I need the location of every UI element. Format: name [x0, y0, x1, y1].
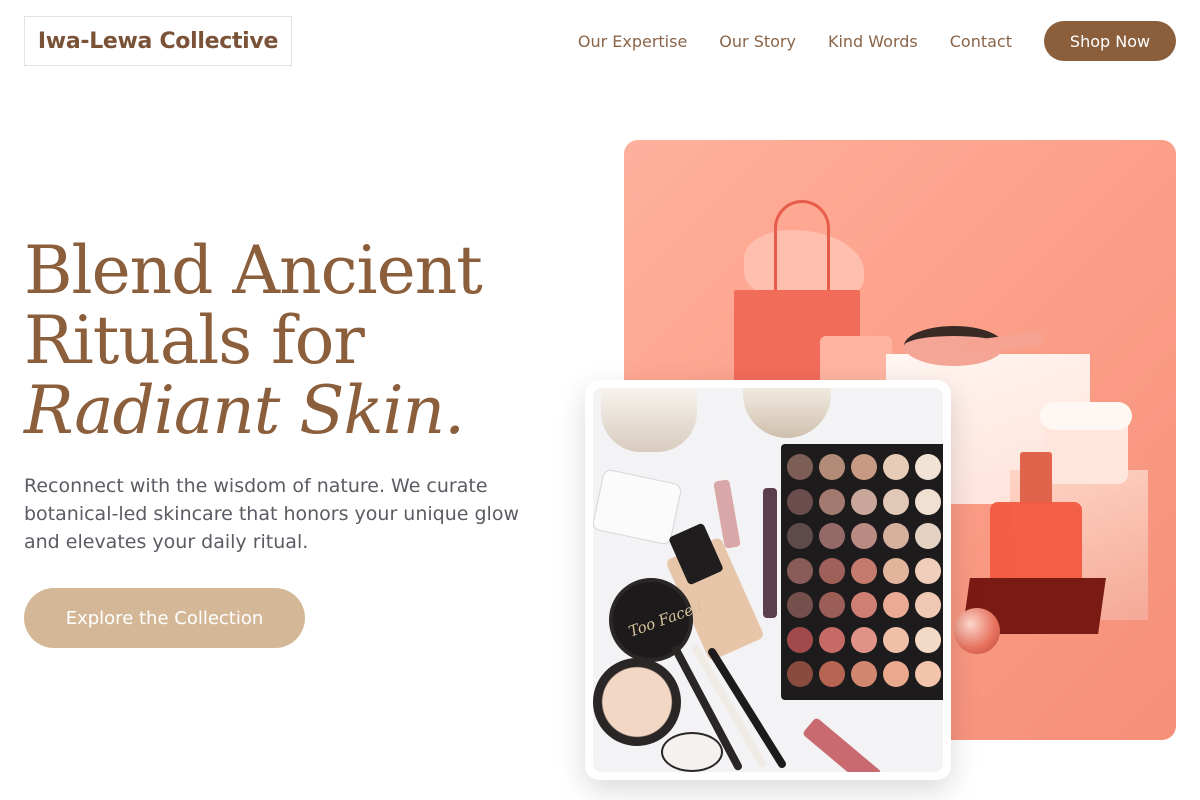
- eyeshadow-pan: [819, 592, 845, 619]
- hero-subtitle: Reconnect with the wisdom of nature. We …: [24, 475, 519, 553]
- nav-link-contact[interactable]: Contact: [950, 32, 1012, 51]
- eyeshadow-pan: [787, 661, 813, 688]
- eyeshadow-pan: [851, 488, 877, 515]
- eyeshadow-pan: [787, 454, 813, 480]
- candle-shape: [601, 388, 697, 452]
- eyeshadow-pan: [819, 488, 845, 515]
- perfume-bottle-small-shape: [593, 468, 683, 546]
- eyeshadow-pan: [819, 557, 845, 584]
- shopping-bag-handle-shape: [774, 200, 830, 300]
- nav-link-kind-words[interactable]: Kind Words: [828, 32, 918, 51]
- eyeshadow-pan: [883, 488, 909, 515]
- eyeshadow-pan: [819, 626, 845, 653]
- eyeshadow-pan: [787, 626, 813, 653]
- eyeshadow-pan: [915, 523, 941, 550]
- explore-collection-button[interactable]: Explore the Collection: [24, 588, 305, 648]
- cream-jar-lid-shape: [1040, 402, 1132, 430]
- hero-title-line-2: Rituals for: [24, 302, 365, 379]
- eyeshadow-pan: [883, 626, 909, 653]
- eyeshadow-pan: [915, 557, 941, 584]
- eyeshadow-pan: [819, 661, 845, 688]
- makeup-flatlay-image: Too Faced: [593, 388, 943, 772]
- eyeshadow-pan: [883, 454, 909, 480]
- nav-link-our-expertise[interactable]: Our Expertise: [578, 32, 687, 51]
- eyeshadow-pan: [819, 523, 845, 550]
- logo-text: Iwa-Lewa Collective: [37, 28, 279, 54]
- shop-now-button[interactable]: Shop Now: [1044, 21, 1176, 61]
- eyeshadow-pan: [883, 557, 909, 584]
- rose-gold-ball-shape: [954, 608, 1000, 654]
- eyeshadow-pan: [915, 454, 941, 480]
- eyeshadow-pan: [915, 626, 941, 653]
- eyeshadow-palette: [781, 444, 943, 700]
- eyeshadow-pan: [787, 592, 813, 619]
- eyeshadow-pan: [915, 661, 941, 688]
- lip-gloss-shape: [801, 716, 883, 772]
- highlighter-shape: [593, 658, 681, 746]
- main-nav: Our Expertise Our Story Kind Words Conta…: [578, 21, 1176, 61]
- lip-balm-tin-shape: [661, 732, 723, 772]
- eyeshadow-pan: [851, 454, 877, 480]
- product-card: Too Faced: [585, 380, 951, 780]
- perfume-cap-shape: [1020, 452, 1052, 504]
- hero-title-line-3: Radiant Skin.: [24, 372, 465, 449]
- eyeshadow-pan: [883, 661, 909, 688]
- eyeshadow-pan: [787, 488, 813, 515]
- eyeshadow-pan: [851, 626, 877, 653]
- eyeshadow-pan: [851, 557, 877, 584]
- eyeshadow-pan: [883, 592, 909, 619]
- nav-link-our-story[interactable]: Our Story: [719, 32, 796, 51]
- eyeshadow-pan: [915, 592, 941, 619]
- eyeshadow-pan: [851, 523, 877, 550]
- hero-title-line-1: Blend Ancient: [24, 232, 483, 309]
- candle-shape-2: [743, 388, 831, 438]
- eyeshadow-pan: [787, 557, 813, 584]
- eyeshadow-pan: [915, 488, 941, 515]
- eyeshadow-pan: [851, 661, 877, 688]
- eyeshadow-pan: [883, 523, 909, 550]
- mascara-shape: [763, 488, 777, 618]
- eyeshadow-pan: [851, 592, 877, 619]
- eyeshadow-pan: [787, 523, 813, 550]
- hero-title: Blend Ancient Rituals for Radiant Skin.: [24, 236, 584, 446]
- logo-box[interactable]: Iwa-Lewa Collective: [24, 16, 292, 66]
- eyeshadow-pan: [819, 454, 845, 480]
